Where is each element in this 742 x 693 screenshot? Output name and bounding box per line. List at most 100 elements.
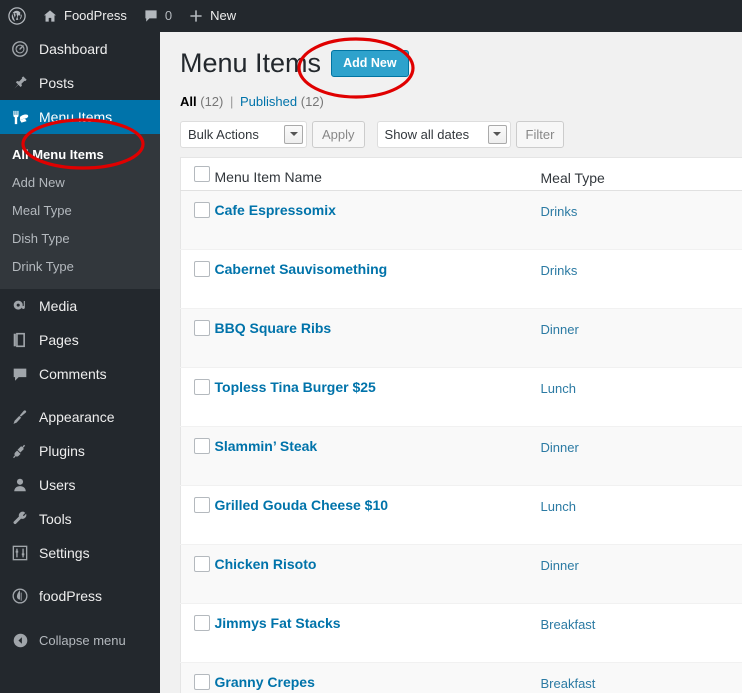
submenu-item-add-new[interactable]: Add New [0, 169, 160, 197]
row-name-cell: Slammin’ Steak [214, 426, 541, 486]
sidebar-item-media[interactable]: Media [0, 289, 160, 323]
foodpress-icon [10, 586, 30, 606]
row-meal-link[interactable]: Drinks [541, 204, 578, 219]
row-checkbox[interactable] [194, 379, 210, 395]
row-meal-link[interactable]: Dinner [541, 322, 579, 337]
bulk-actions-select[interactable]: Bulk Actions [180, 121, 307, 148]
comments-menu[interactable]: 0 [135, 0, 180, 32]
sidebar-item-foodpress[interactable]: foodPress [0, 579, 160, 613]
row-meal-link[interactable]: Drinks [541, 263, 578, 278]
row-checkbox[interactable] [194, 202, 210, 218]
sidebar-item-settings[interactable]: Settings [0, 536, 160, 570]
row-checkbox[interactable] [194, 615, 210, 631]
table-row[interactable]: Chicken Risoto Dinner [180, 544, 742, 604]
admin-bar: FoodPress 0 New [0, 0, 742, 32]
column-header-name[interactable]: Menu Item Name [214, 157, 541, 191]
row-meal-link[interactable]: Dinner [541, 558, 579, 573]
select-all-checkbox[interactable] [194, 166, 210, 182]
row-checkbox[interactable] [194, 556, 210, 572]
row-checkbox[interactable] [194, 497, 210, 513]
submenu-item-drink-type[interactable]: Drink Type [0, 253, 160, 281]
row-name-cell: Grilled Gouda Cheese $10 [214, 485, 541, 545]
row-title-link[interactable]: Slammin’ Steak [215, 438, 318, 454]
collapse-menu-button[interactable]: Collapse menu [0, 623, 160, 657]
row-title-link[interactable]: Jimmys Fat Stacks [215, 615, 341, 631]
row-checkbox[interactable] [194, 261, 210, 277]
chevron-down-icon [284, 125, 303, 144]
row-extra-cell [690, 308, 742, 368]
row-extra-cell [690, 662, 742, 693]
table-row[interactable]: Cafe Espressomix Drinks [180, 190, 742, 250]
row-extra-cell [691, 191, 742, 250]
row-checkbox-cell [180, 426, 215, 486]
row-meal-cell: Dinner [540, 426, 691, 486]
row-checkbox-cell [180, 249, 215, 309]
sidebar-item-plugins[interactable]: Plugins [0, 434, 160, 468]
table-row[interactable]: Topless Tina Burger $25 Lunch [180, 367, 742, 427]
submenu-item-dish-type[interactable]: Dish Type [0, 225, 160, 253]
row-checkbox[interactable] [194, 320, 210, 336]
user-icon [10, 475, 30, 495]
menu-items-submenu: All Menu Items Add New Meal Type Dish Ty… [0, 134, 160, 289]
sidebar-item-comments[interactable]: Comments [0, 357, 160, 391]
add-new-button[interactable]: Add New [331, 49, 409, 77]
row-title-link[interactable]: Cabernet Sauvisomething [215, 261, 388, 277]
sidebar-item-dashboard[interactable]: Dashboard [0, 32, 160, 66]
table-body: Cafe Espressomix Drinks Cabernet Sauviso… [180, 190, 742, 693]
apply-button[interactable]: Apply [312, 121, 365, 148]
row-title-link[interactable]: Cafe Espressomix [215, 202, 336, 218]
view-link-all[interactable]: All [180, 94, 197, 109]
row-title-link[interactable]: Grilled Gouda Cheese $10 [215, 497, 389, 513]
row-title-link[interactable]: Topless Tina Burger $25 [215, 379, 376, 395]
table-header-row: Menu Item Name Meal Type [180, 157, 742, 191]
admin-sidebar-menu: Dashboard Posts Menu Items All Menu Item… [0, 32, 168, 693]
dashboard-gauge-icon [10, 39, 30, 59]
row-extra-cell [690, 544, 742, 604]
table-row[interactable]: BBQ Square Ribs Dinner [180, 308, 742, 368]
home-icon [42, 8, 58, 24]
row-meal-cell: Drinks [540, 249, 691, 309]
row-extra-cell [690, 249, 742, 309]
row-meal-link[interactable]: Lunch [541, 381, 576, 396]
row-checkbox-cell [180, 367, 215, 427]
sidebar-item-appearance[interactable]: Appearance [0, 400, 160, 434]
submenu-item-meal-type[interactable]: Meal Type [0, 197, 160, 225]
row-meal-link[interactable]: Lunch [541, 499, 576, 514]
table-row[interactable]: Jimmys Fat Stacks Breakfast [180, 603, 742, 663]
submenu-item-all-menu-items[interactable]: All Menu Items [0, 141, 160, 169]
table-row[interactable]: Grilled Gouda Cheese $10 Lunch [180, 485, 742, 545]
row-name-cell: Jimmys Fat Stacks [214, 603, 541, 663]
row-meal-link[interactable]: Breakfast [541, 676, 596, 691]
row-meal-cell: Breakfast [540, 603, 691, 663]
sidebar-item-tools[interactable]: Tools [0, 502, 160, 536]
pushpin-icon [10, 73, 30, 93]
table-row[interactable]: Slammin’ Steak Dinner [180, 426, 742, 486]
row-checkbox[interactable] [194, 674, 210, 690]
sidebar-item-menu-items[interactable]: Menu Items [0, 100, 168, 134]
row-meal-cell: Lunch [540, 367, 691, 427]
view-link-published[interactable]: Published [240, 94, 297, 109]
sidebar-item-users[interactable]: Users [0, 468, 160, 502]
row-extra-cell [690, 485, 742, 545]
site-name-label: FoodPress [64, 8, 127, 23]
table-row[interactable]: Granny Crepes Breakfast [180, 662, 742, 693]
filter-button[interactable]: Filter [515, 121, 565, 148]
bulk-actions-value: Bulk Actions [188, 127, 259, 142]
row-extra-cell [690, 603, 742, 663]
row-checkbox[interactable] [194, 438, 210, 454]
row-meal-link[interactable]: Breakfast [541, 617, 596, 632]
new-content-menu[interactable]: New [180, 0, 244, 32]
paintbrush-icon [10, 407, 30, 427]
site-name-menu[interactable]: FoodPress [34, 0, 135, 32]
sidebar-item-pages[interactable]: Pages [0, 323, 160, 357]
row-meal-cell: Dinner [540, 544, 691, 604]
wp-logo-menu[interactable] [0, 0, 34, 32]
row-title-link[interactable]: Granny Crepes [215, 674, 315, 690]
sidebar-item-posts[interactable]: Posts [0, 66, 160, 100]
row-title-link[interactable]: Chicken Risoto [215, 556, 317, 572]
date-filter-select[interactable]: Show all dates [376, 121, 511, 148]
row-meal-link[interactable]: Dinner [541, 440, 579, 455]
row-title-link[interactable]: BBQ Square Ribs [215, 320, 332, 336]
table-row[interactable]: Cabernet Sauvisomething Drinks [180, 249, 742, 309]
column-header-meal-type[interactable]: Meal Type [540, 157, 691, 191]
